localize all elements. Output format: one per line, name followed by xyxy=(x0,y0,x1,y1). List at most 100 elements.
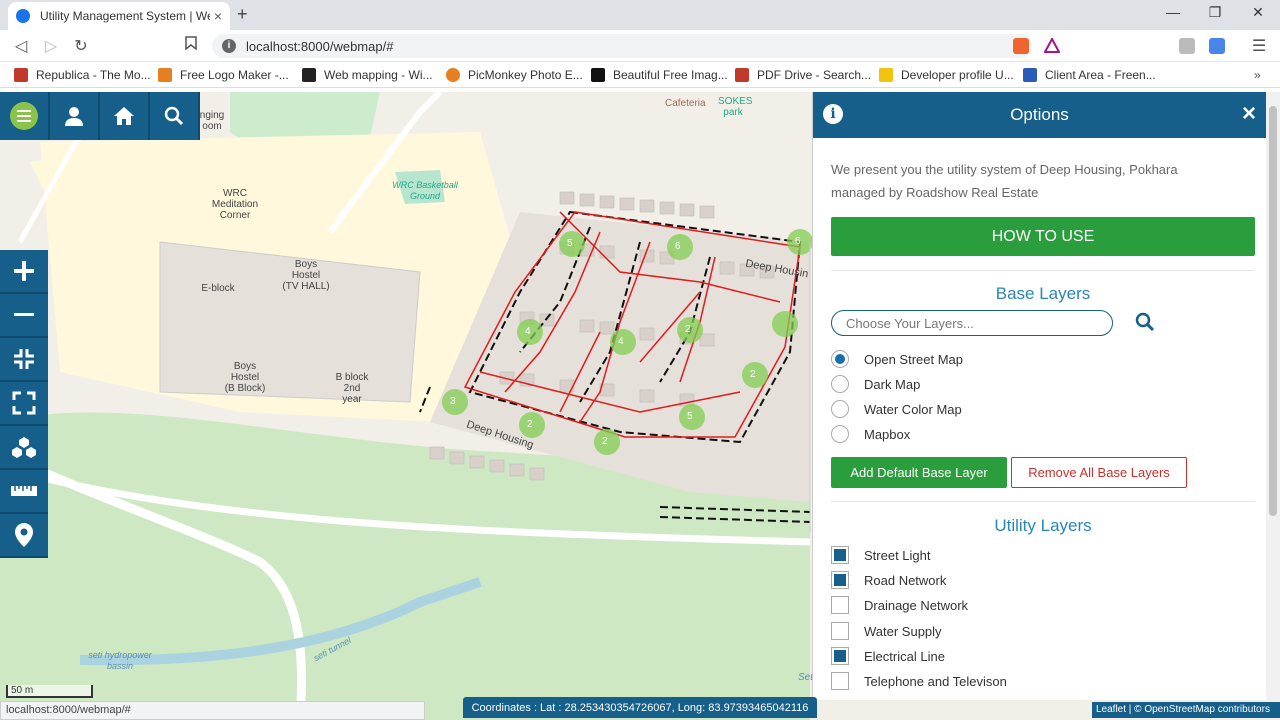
maximize-icon[interactable]: ❐ xyxy=(1200,4,1230,21)
add-default-base-layer-button[interactable]: Add Default Base Layer xyxy=(831,457,1007,488)
how-to-use-button[interactable]: HOW TO USE xyxy=(831,217,1255,256)
top-toolbar xyxy=(0,92,200,140)
base-layers-heading: Base Layers xyxy=(995,284,1091,303)
bookmark-item[interactable]: Web mapping - Wi... xyxy=(302,68,432,82)
bookmark-item[interactable]: Beautiful Free Imag... xyxy=(591,68,728,82)
cluster-count[interactable]: 3 xyxy=(450,396,456,407)
bookmark-item[interactable]: PicMonkey Photo E... xyxy=(446,68,583,82)
bookmark-item[interactable]: PDF Drive - Search... xyxy=(735,68,871,82)
cluster-count[interactable]: 5 xyxy=(567,238,573,249)
url-field[interactable]: i localhost:8000/webmap/# xyxy=(212,34,1032,58)
base-layer-option[interactable]: Water Color Map xyxy=(831,400,962,418)
base-layer-option[interactable]: Open Street Map xyxy=(831,350,963,368)
zoom-in-button[interactable] xyxy=(0,250,48,294)
back-icon[interactable]: ◁ xyxy=(11,36,31,56)
radio-selected[interactable] xyxy=(831,350,849,368)
base-layer-option[interactable]: Mapbox xyxy=(831,425,910,443)
browser-tab[interactable]: Utility Management System | Web × xyxy=(8,2,230,30)
layers-button[interactable] xyxy=(0,426,48,470)
bookmark-label: Free Logo Maker -... xyxy=(180,68,289,82)
bookmarks-overflow-icon[interactable]: » xyxy=(1254,68,1261,82)
options-panel: i Options × We present you the utility s… xyxy=(812,92,1266,700)
brave-shield-icon[interactable] xyxy=(1013,38,1029,54)
tab-close-icon[interactable]: × xyxy=(214,8,222,24)
cluster-count[interactable]: 6 xyxy=(675,241,681,252)
bookmark-item[interactable]: Free Logo Maker -... xyxy=(158,68,289,82)
search-button[interactable] xyxy=(150,92,200,140)
translate-icon[interactable] xyxy=(1209,38,1225,54)
site-info-icon[interactable]: i xyxy=(222,39,236,53)
radio-unselected[interactable] xyxy=(831,375,849,393)
map-label-wrc-meditation: WRC Meditation Corner xyxy=(211,188,259,221)
utility-layers-heading: Utility Layers xyxy=(994,516,1092,535)
panel-header: i Options × xyxy=(813,92,1266,138)
checkbox-checked[interactable] xyxy=(831,571,849,589)
browser-menu-icon[interactable]: ☰ xyxy=(1249,36,1269,56)
map-scale-bar: 50 m xyxy=(6,685,93,698)
info-icon[interactable]: i xyxy=(823,104,843,124)
new-tab-button[interactable]: + xyxy=(237,4,248,25)
bookmark-favicon-icon xyxy=(735,68,749,82)
cluster-count[interactable]: 2 xyxy=(602,436,608,447)
checkbox-checked[interactable] xyxy=(831,647,849,665)
search-icon[interactable] xyxy=(1135,312,1155,332)
base-layer-option[interactable]: Dark Map xyxy=(831,375,920,393)
coordinates-display: Coordinates : Lat : 28.253430354726067, … xyxy=(463,697,817,718)
extension-icon[interactable] xyxy=(1179,38,1195,54)
bookmark-favicon-icon xyxy=(591,68,605,82)
scrollbar-thumb[interactable] xyxy=(1269,106,1277,516)
utility-layer-option[interactable]: Electrical Line xyxy=(831,647,945,665)
map-attribution[interactable]: Leaflet | © OpenStreetMap contributors xyxy=(1092,702,1280,718)
address-bar-row: ◁ ▷ ↻ i localhost:8000/webmap/# ☰ xyxy=(0,30,1280,62)
bookmark-label: PicMonkey Photo E... xyxy=(468,68,583,82)
checkbox-checked[interactable] xyxy=(831,546,849,564)
compress-icon xyxy=(14,349,34,369)
reload-icon[interactable]: ↻ xyxy=(71,36,91,56)
panel-intro-text: We present you the utility system of Dee… xyxy=(831,162,1178,200)
forward-icon[interactable]: ▷ xyxy=(41,36,61,56)
cubes-icon xyxy=(12,437,36,458)
cluster-count[interactable]: 6 xyxy=(795,236,801,247)
bookmark-item[interactable]: Republica - The Mo... xyxy=(14,68,151,82)
fullscreen-button[interactable] xyxy=(0,382,48,426)
measure-button[interactable] xyxy=(0,470,48,514)
bookmark-item[interactable]: Developer profile U... xyxy=(879,68,1014,82)
cluster-count[interactable]: 2 xyxy=(527,419,533,430)
bookmarks-bar: Republica - The Mo... Free Logo Maker -.… xyxy=(0,62,1280,88)
checkbox-unchecked[interactable] xyxy=(831,672,849,690)
utility-layer-option[interactable]: Road Network xyxy=(831,571,946,589)
checkbox-unchecked[interactable] xyxy=(831,622,849,640)
bookmark-favicon-icon xyxy=(302,68,316,82)
home-button[interactable] xyxy=(100,92,150,140)
utility-layer-option[interactable]: Water Supply xyxy=(831,622,942,640)
cluster-count[interactable]: 2 xyxy=(685,324,691,335)
utility-layer-option[interactable]: Drainage Network xyxy=(831,596,968,614)
cluster-count[interactable]: 4 xyxy=(618,336,624,347)
layer-search-input[interactable]: Choose Your Layers... xyxy=(831,310,1113,336)
utility-layer-option[interactable]: Street Light xyxy=(831,546,931,564)
bookmark-item[interactable]: Client Area - Freen... xyxy=(1023,68,1156,82)
remove-all-base-layers-button[interactable]: Remove All Base Layers xyxy=(1011,457,1187,488)
user-button[interactable] xyxy=(50,92,100,140)
utility-layer-option[interactable]: Telephone and Televison xyxy=(831,672,1007,690)
brave-rewards-icon[interactable] xyxy=(1043,36,1061,54)
cluster-count[interactable]: 5 xyxy=(687,411,693,422)
zoom-out-button[interactable] xyxy=(0,294,48,338)
bookmark-icon[interactable] xyxy=(181,36,201,55)
close-icon[interactable]: × xyxy=(1242,100,1256,128)
panel-scrollbar[interactable] xyxy=(1266,92,1280,700)
checkbox-unchecked[interactable] xyxy=(831,596,849,614)
menu-button[interactable] xyxy=(0,92,50,140)
map-label-wrc-basketball: WRC Basketball Ground xyxy=(392,180,458,201)
zoom-extent-button[interactable] xyxy=(0,338,48,382)
cluster-count[interactable]: 2 xyxy=(750,369,756,380)
base-layer-label: Water Color Map xyxy=(864,401,962,417)
divider xyxy=(831,501,1255,502)
bookmark-label: Client Area - Freen... xyxy=(1045,68,1156,82)
cluster-count[interactable]: 4 xyxy=(525,326,531,337)
locate-button[interactable] xyxy=(0,514,48,558)
radio-unselected[interactable] xyxy=(831,400,849,418)
radio-unselected[interactable] xyxy=(831,425,849,443)
window-close-icon[interactable]: ✕ xyxy=(1243,4,1273,21)
minimize-icon[interactable]: — xyxy=(1158,4,1188,20)
